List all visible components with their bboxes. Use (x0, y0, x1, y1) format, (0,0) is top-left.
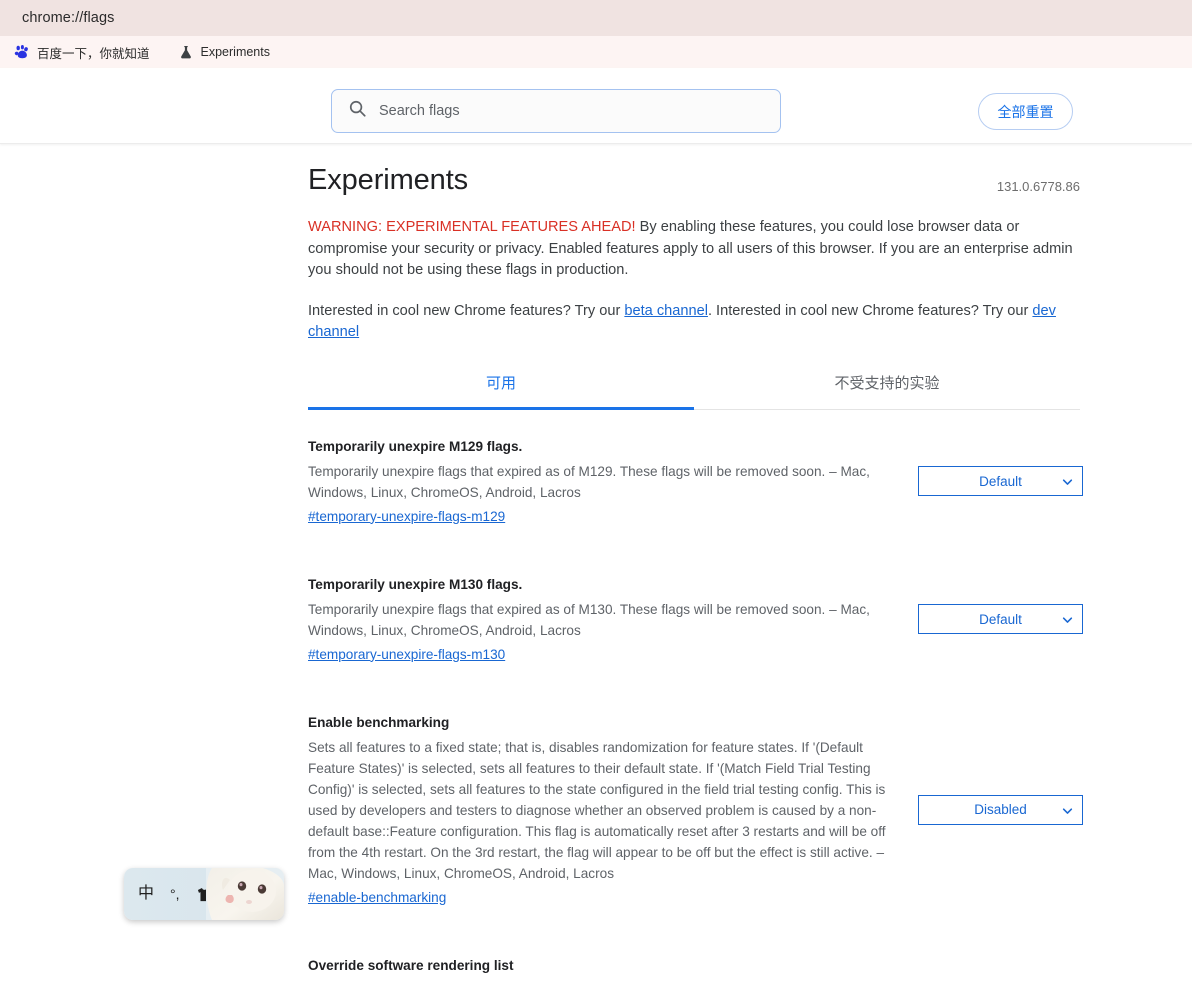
flag-description: Overrides the built-in software renderin… (308, 980, 894, 985)
warning-text: WARNING: EXPERIMENTAL FEATURES AHEAD! By… (308, 217, 1080, 282)
flag-row: Enable benchmarking Sets all features to… (308, 702, 1083, 919)
flag-control: Disabled (894, 794, 1083, 825)
baidu-paw-icon (14, 44, 30, 60)
flag-select[interactable]: Default (918, 466, 1083, 496)
ime-mode-toggle[interactable]: 中 (138, 886, 154, 902)
ime-punctuation-toggle[interactable]: °, (170, 887, 180, 901)
tab-available[interactable]: 可用 (308, 372, 694, 410)
flag-select[interactable]: Disabled (918, 794, 1083, 825)
flag-row: Temporarily unexpire M130 flags. Tempora… (308, 564, 1083, 676)
experiments-page: Experiments 131.0.6778.86 WARNING: EXPER… (0, 144, 1192, 985)
flag-select-value: Default (979, 611, 1022, 627)
search-placeholder: Search flags (379, 103, 460, 119)
flag-select[interactable]: Default (918, 604, 1083, 634)
tab-bar: 可用 不受支持的实验 (308, 372, 1080, 410)
flag-info: Override software rendering list Overrid… (308, 956, 894, 985)
flag-permalink[interactable]: #enable-benchmarking (308, 890, 446, 905)
channels-text: Interested in cool new Chrome features? … (308, 301, 1068, 344)
address-bar-url: chrome://flags (22, 10, 115, 26)
bookmark-baidu[interactable]: 百度一下，你就知道 (6, 40, 158, 65)
flag-title: Temporarily unexpire M129 flags. (308, 438, 523, 454)
channels-middle: . Interested in cool new Chrome features… (707, 302, 1033, 319)
bookmark-experiments[interactable]: Experiments (170, 41, 278, 63)
flag-permalink[interactable]: #temporary-unexpire-flags-m129 (308, 509, 505, 524)
flag-title: Override software rendering list (308, 957, 514, 973)
flag-description: Temporarily unexpire flags that expired … (308, 601, 870, 638)
chevron-down-icon (1062, 476, 1073, 487)
flags-list: Temporarily unexpire M129 flags. Tempora… (308, 426, 1083, 985)
page-title: Experiments (308, 164, 469, 196)
flask-icon (178, 44, 194, 60)
address-bar[interactable]: chrome://flags (0, 0, 1192, 36)
cat-photo (206, 868, 284, 920)
flag-title: Temporarily unexpire M130 flags. (308, 576, 523, 592)
bookmark-label: Experiments (200, 45, 270, 59)
flag-description: Sets all features to a fixed state; that… (308, 739, 886, 881)
reset-all-button[interactable]: 全部重置 (978, 93, 1073, 130)
browser-window: chrome://flags 百度一下，你就知道 Experiments Sea… (0, 0, 1192, 985)
flag-select-value: Disabled (974, 802, 1027, 817)
flag-control: Default (894, 466, 1083, 496)
beta-channel-link[interactable]: beta channel (624, 303, 708, 319)
ime-toolbar[interactable]: 中 °, (124, 868, 284, 920)
chevron-down-icon (1062, 614, 1073, 625)
flag-info: Temporarily unexpire M129 flags. Tempora… (308, 437, 894, 526)
flag-info: Enable benchmarking Sets all features to… (308, 713, 894, 907)
search-icon (348, 99, 367, 123)
flag-info: Temporarily unexpire M130 flags. Tempora… (308, 575, 894, 664)
warning-strong: WARNING: EXPERIMENTAL FEATURES AHEAD! (308, 219, 636, 235)
search-input[interactable]: Search flags (331, 89, 781, 133)
flag-row: Override software rendering list Overrid… (308, 945, 1080, 985)
flag-row: Temporarily unexpire M129 flags. Tempora… (308, 426, 1083, 538)
title-row: Experiments 131.0.6778.86 (308, 164, 1080, 197)
version-label: 131.0.6778.86 (996, 179, 1080, 194)
flag-description: Temporarily unexpire flags that expired … (308, 463, 870, 500)
flag-select-value: Default (979, 473, 1022, 489)
flag-title: Enable benchmarking (308, 714, 450, 730)
tab-unsupported[interactable]: 不受支持的实验 (694, 372, 1080, 409)
flag-control: Default (894, 604, 1083, 634)
bookmark-label: 百度一下，你就知道 (37, 46, 150, 61)
chevron-down-icon (1062, 804, 1073, 815)
flag-permalink[interactable]: #temporary-unexpire-flags-m130 (308, 647, 505, 662)
flags-toolbar: Search flags 全部重置 (0, 68, 1192, 144)
bookmarks-bar: 百度一下，你就知道 Experiments (0, 36, 1192, 68)
channels-prefix: Interested in cool new Chrome features? … (308, 302, 625, 319)
